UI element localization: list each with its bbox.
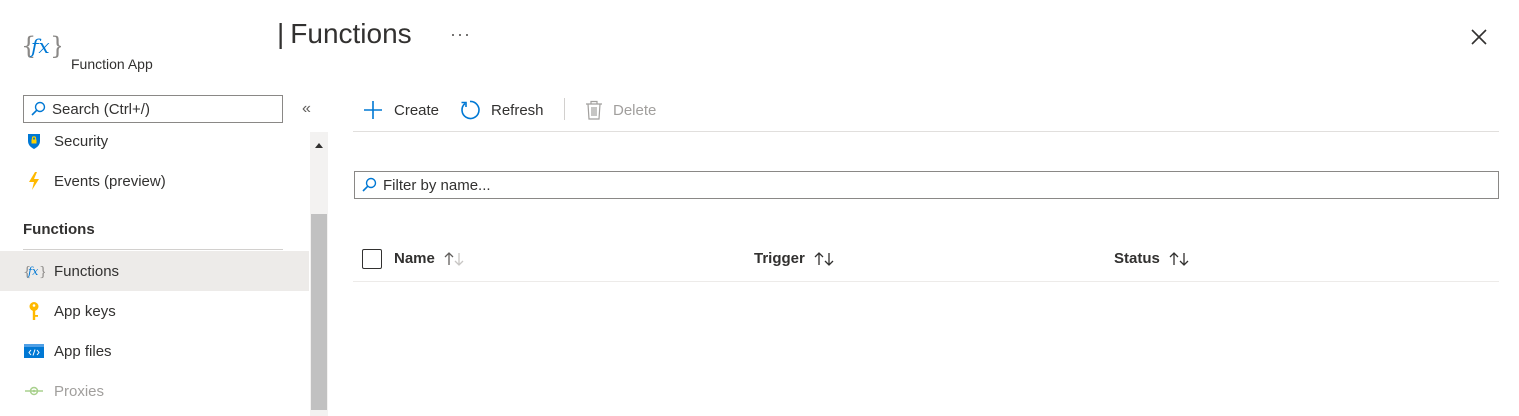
filter-by-name-input[interactable] [383, 176, 1483, 194]
sidebar-item-label: Events (preview) [54, 172, 166, 190]
close-icon [1471, 29, 1487, 45]
plus-icon [364, 101, 382, 119]
sidebar-item-proxies[interactable]: Proxies [0, 371, 309, 411]
key-icon [23, 301, 45, 321]
toolbar-divider [353, 131, 1499, 132]
close-button[interactable] [1468, 26, 1490, 48]
sort-icon [444, 251, 464, 266]
toolbar-separator [564, 98, 565, 120]
collapse-sidebar-button[interactable]: « [302, 100, 311, 118]
sort-icon [1169, 251, 1189, 266]
svg-text:}: } [50, 32, 61, 60]
sidebar-item-security[interactable]: Security [0, 121, 309, 161]
section-divider [23, 249, 283, 250]
trash-icon [586, 100, 602, 120]
column-header-label: Name [394, 250, 435, 267]
sidebar-search-input[interactable] [52, 100, 272, 118]
refresh-button-label: Refresh [491, 101, 544, 119]
sidebar-item-app-files[interactable]: App files [0, 331, 309, 371]
column-header-trigger[interactable]: Trigger [754, 250, 835, 267]
table-header-divider [353, 281, 1499, 282]
sidebar-item-app-keys[interactable]: App keys [0, 291, 309, 331]
sidebar-section-title: Functions [23, 221, 95, 238]
proxy-icon [23, 385, 45, 397]
column-header-status[interactable]: Status [1114, 250, 1190, 267]
select-all-checkbox[interactable] [362, 249, 382, 269]
resource-type-label: Function App [71, 56, 153, 72]
sidebar-item-label: Functions [54, 262, 120, 280]
sidebar-item-functions[interactable]: { fx } Functions [0, 251, 309, 291]
page-title-text: Functions [290, 18, 412, 49]
refresh-icon [461, 100, 480, 120]
scroll-up-arrow-icon[interactable] [312, 138, 326, 150]
delete-button-label: Delete [613, 101, 657, 119]
sidebar-item-events[interactable]: Events (preview) [0, 161, 309, 201]
svg-text:fx: fx [29, 34, 50, 58]
column-header-label: Status [1114, 250, 1160, 267]
column-header-label: Trigger [754, 250, 805, 267]
sidebar-item-label: Security [54, 132, 109, 150]
more-options-button[interactable]: ··· [450, 24, 471, 45]
code-file-icon [23, 343, 45, 359]
svg-text:fx: fx [27, 265, 39, 278]
lightning-icon [23, 171, 45, 191]
svg-text:}: } [39, 265, 45, 279]
shield-icon [23, 132, 45, 150]
search-icon [31, 101, 46, 116]
sidebar-item-label: App files [54, 342, 112, 360]
filter-box[interactable] [354, 171, 1499, 199]
create-button[interactable]: Create [362, 96, 439, 124]
column-header-name[interactable]: Name [394, 250, 465, 267]
search-icon [362, 177, 377, 192]
create-button-label: Create [394, 101, 440, 119]
delete-button[interactable]: Delete [585, 96, 656, 124]
sidebar-search-box[interactable] [23, 95, 283, 123]
function-app-icon: { fx } [21, 28, 65, 64]
sort-icon [814, 251, 834, 266]
scrollbar-thumb[interactable] [311, 214, 327, 410]
function-icon: { fx } [23, 263, 45, 279]
page-title: | Functions [277, 18, 412, 49]
sidebar-item-label: App keys [54, 302, 116, 320]
refresh-button[interactable]: Refresh [459, 96, 544, 124]
sidebar-item-label: Proxies [54, 382, 105, 400]
